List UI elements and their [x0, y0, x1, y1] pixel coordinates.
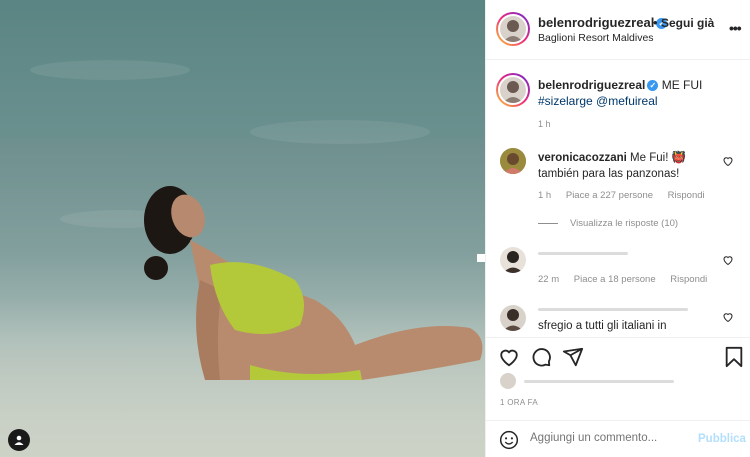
bookmark-icon[interactable] [723, 346, 745, 368]
divider-line [538, 222, 558, 224]
comment-icon[interactable] [530, 346, 552, 368]
share-icon[interactable] [562, 346, 584, 368]
heart-icon[interactable] [498, 346, 520, 368]
view-replies-button[interactable]: Visualizza le risposte (10) [538, 218, 678, 229]
caption-text: ME FUI [661, 78, 703, 92]
comment-time[interactable]: 1 h [538, 190, 551, 201]
caption-timestamp[interactable]: 1 h [538, 119, 551, 129]
like-comment-heart-icon[interactable] [722, 155, 734, 167]
user-tag-icon[interactable] [8, 429, 30, 451]
post-header: belenrodriguezreal ✓ • Segui già Baglioni… [486, 0, 750, 60]
comment-body: veronicacozzani Me Fui! 👹 también para l… [538, 150, 713, 182]
post-photo[interactable] [0, 0, 485, 457]
comment-text: sfregio a tutti gli italiani in [538, 320, 667, 332]
caption-avatar[interactable] [496, 73, 530, 107]
reply-button[interactable]: Rispondi [668, 190, 705, 201]
post-sidebar: belenrodriguezreal ✓ • Segui già Baglioni… [485, 0, 750, 457]
reply-button[interactable]: Rispondi [670, 274, 707, 285]
liked-by-avatar[interactable] [500, 373, 516, 389]
comment-avatar[interactable] [500, 148, 526, 174]
post-timestamp[interactable]: 1 ORA FA [500, 398, 538, 407]
caption: belenrodriguezreal ✓ ME FUI [538, 78, 702, 92]
woman-in-bikini-figure [144, 186, 483, 380]
water-ripple [250, 120, 430, 144]
post-author-username[interactable]: belenrodriguezreal ✓ [538, 15, 668, 30]
avatar[interactable] [496, 12, 530, 46]
like-comment-heart-icon[interactable] [722, 311, 734, 323]
add-comment-bar: Pubblica [486, 420, 750, 457]
comment-avatar[interactable] [500, 247, 526, 273]
following-status-button[interactable]: Segui già [661, 16, 714, 30]
comment-meta: 22 m Piace a 18 persone Rispondi [538, 274, 719, 285]
post-location-link[interactable]: Baglioni Resort Maldives [538, 32, 654, 44]
comment-avatar[interactable] [500, 305, 526, 331]
obscured-comment-text [538, 252, 628, 255]
post-actions-bar [486, 337, 750, 377]
comment-time[interactable]: 22 m [538, 274, 559, 285]
like-comment-heart-icon[interactable] [722, 254, 734, 266]
next-media-indicator[interactable] [477, 254, 485, 262]
caption-username[interactable]: belenrodriguezreal [538, 78, 645, 92]
verified-icon: ✓ [647, 80, 659, 91]
emoji-icon[interactable] [499, 430, 519, 450]
water-ripple [30, 60, 190, 80]
separator-dot: • [653, 15, 658, 30]
comment-likes[interactable]: Piace a 18 persone [574, 274, 656, 285]
more-icon[interactable]: ••• [729, 20, 742, 36]
caption-hashtags[interactable]: #sizelarge @mefuireal [538, 94, 658, 108]
publish-button[interactable]: Pubblica [698, 433, 746, 445]
obscured-comment-text [538, 308, 688, 311]
comment-likes[interactable]: Piace a 227 persone [566, 190, 653, 201]
comment-meta: 1 h Piace a 227 persone Rispondi [538, 190, 717, 201]
comment-input[interactable] [530, 432, 690, 444]
obscured-liked-by-text [524, 380, 674, 383]
comment-username[interactable]: veronicacozzani [538, 152, 627, 164]
